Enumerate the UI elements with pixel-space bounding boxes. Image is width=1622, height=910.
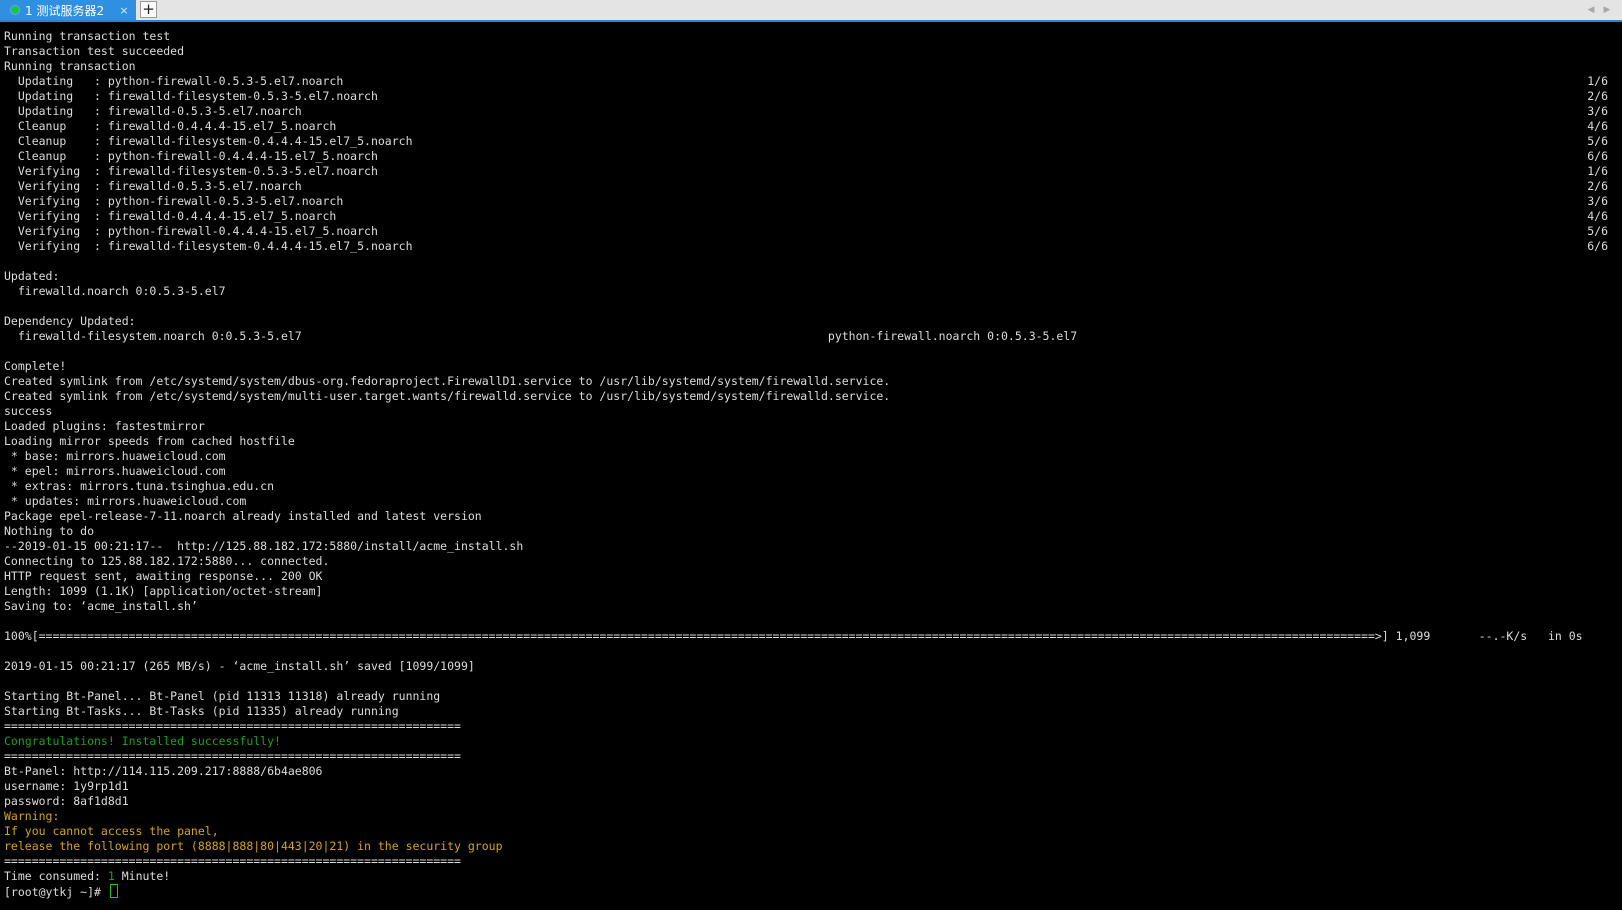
terminal-line: --2019-01-15 00:21:17-- http://125.88.18… [4,539,524,553]
terminal-line: Running transaction [4,59,136,73]
time-consumed-line: Time consumed: 1 Minute! [4,869,170,884]
progress-counter: 3/6 [1587,104,1608,118]
progress-counter: 1/6 [1587,164,1608,178]
terminal-line: Cleanup : python-firewall-0.4.4.4-15.el7… [4,149,378,163]
terminal-line: Starting Bt-Panel... Bt-Panel (pid 11313… [4,689,441,703]
time-consumed-unit: Minute! [114,869,171,883]
separator-line: ========================================… [4,854,461,868]
terminal-line: HTTP request sent, awaiting response... … [4,569,323,583]
progress-counter: 5/6 [1587,134,1608,148]
progress-counter: 4/6 [1587,209,1608,223]
terminal-line: Dependency Updated: [4,314,136,328]
terminal-line: Length: 1099 (1.1K) [application/octet-s… [4,584,323,598]
warning-label: Warning: [4,809,60,823]
terminal-line: Verifying : firewalld-0.5.3-5.el7.noarch [4,179,302,193]
terminal-line: Loaded plugins: fastestmirror [4,419,205,433]
green-dot-icon [11,6,19,14]
progress-counter: 4/6 [1587,119,1608,133]
terminal-line: Verifying : python-firewall-0.5.3-5.el7.… [4,194,344,208]
terminal-line: Verifying : firewalld-filesystem-0.4.4.4… [4,239,413,253]
terminal-line: Package epel-release-7-11.noarch already… [4,509,482,523]
progress-counter: 2/6 [1587,179,1608,193]
tab-title: 1 测试服务器2 [25,3,105,18]
terminal-line: Created symlink from /etc/systemd/system… [4,374,891,388]
progress-counter: 5/6 [1587,224,1608,238]
download-progress-bar: 100%[===================================… [4,629,1583,643]
terminal-line: firewalld.noarch 0:0.5.3-5.el7 [4,284,226,298]
progress-counter: 2/6 [1587,89,1608,103]
terminal-line: Loading mirror speeds from cached hostfi… [4,434,295,448]
terminal-line: Updating : python-firewall-0.5.3-5.el7.n… [4,74,344,88]
terminal-line: Updating : firewalld-filesystem-0.5.3-5.… [4,89,378,103]
terminal-line: * extras: mirrors.tuna.tsinghua.edu.cn [4,479,275,493]
terminal-output[interactable]: Running transaction test Transaction tes… [0,24,1622,910]
terminal-line: Running transaction test [4,29,171,43]
success-message: Congratulations! Installed successfully! [4,734,281,748]
warning-message: If you cannot access the panel, [4,824,219,838]
terminal-line: Complete! [4,359,67,373]
terminal-line: * base: mirrors.huaweicloud.com [4,449,226,463]
shell-prompt: [root@ytkj ~]# [4,885,108,899]
separator-line: ========================================… [4,719,461,733]
terminal-line: 2019-01-15 00:21:17 (265 MB/s) - ‘acme_i… [4,659,475,673]
terminal-line: Starting Bt-Tasks... Bt-Tasks (pid 11335… [4,704,399,718]
terminal-line: Created symlink from /etc/systemd/system… [4,389,891,403]
terminal-line: Updating : firewalld-0.5.3-5.el7.noarch [4,104,302,118]
tab-bar: 1 测试服务器2 × + ◀ ▶ [0,0,1622,22]
time-consumed-label: Time consumed: [4,869,108,883]
shell-prompt-line[interactable]: [root@ytkj ~]# [4,884,118,899]
tab-server[interactable]: 1 测试服务器2 × [0,0,136,20]
progress-counter: 3/6 [1587,194,1608,208]
terminal-line: success [4,404,53,418]
time-consumed-value: 1 [107,869,115,883]
terminal-line: * epel: mirrors.huaweicloud.com [4,464,226,478]
separator-line: ========================================… [4,749,461,763]
progress-counter: 6/6 [1587,239,1608,253]
terminal-line: Saving to: ‘acme_install.sh’ [4,599,198,613]
username-line: username: 1y9rp1d1 [4,779,129,793]
terminal-line: Nothing to do [4,524,95,538]
warning-message: release the following port (8888|888|80|… [4,839,503,853]
panel-url-line: Bt-Panel: http://114.115.209.217:8888/6b… [4,764,323,778]
terminal-cursor [109,884,118,898]
terminal-line: Verifying : python-firewall-0.4.4.4-15.e… [4,224,378,238]
terminal-line: Verifying : firewalld-filesystem-0.5.3-5… [4,164,378,178]
terminal-line: Cleanup : firewalld-0.4.4.4-15.el7_5.noa… [4,119,337,133]
progress-counter: 1/6 [1587,74,1608,88]
progress-counter: 6/6 [1587,149,1608,163]
terminal-line: firewalld-filesystem.noarch 0:0.5.3-5.el… [4,329,1078,343]
terminal-line: * updates: mirrors.huaweicloud.com [4,494,247,508]
chevron-right-icon[interactable]: ▶ [1601,2,1613,18]
terminal-line: Verifying : firewalld-0.4.4.4-15.el7_5.n… [4,209,337,223]
terminal-line: Connecting to 125.88.182.172:5880... con… [4,554,330,568]
close-icon[interactable]: × [117,4,131,17]
chevron-left-icon[interactable]: ◀ [1585,2,1597,18]
terminal-line: Updated: [4,269,60,283]
terminal-line: Cleanup : firewalld-filesystem-0.4.4.4-1… [4,134,413,148]
new-tab-button[interactable]: + [140,1,157,18]
password-line: password: 8af1d8d1 [4,794,129,808]
terminal-line: Transaction test succeeded [4,44,185,58]
